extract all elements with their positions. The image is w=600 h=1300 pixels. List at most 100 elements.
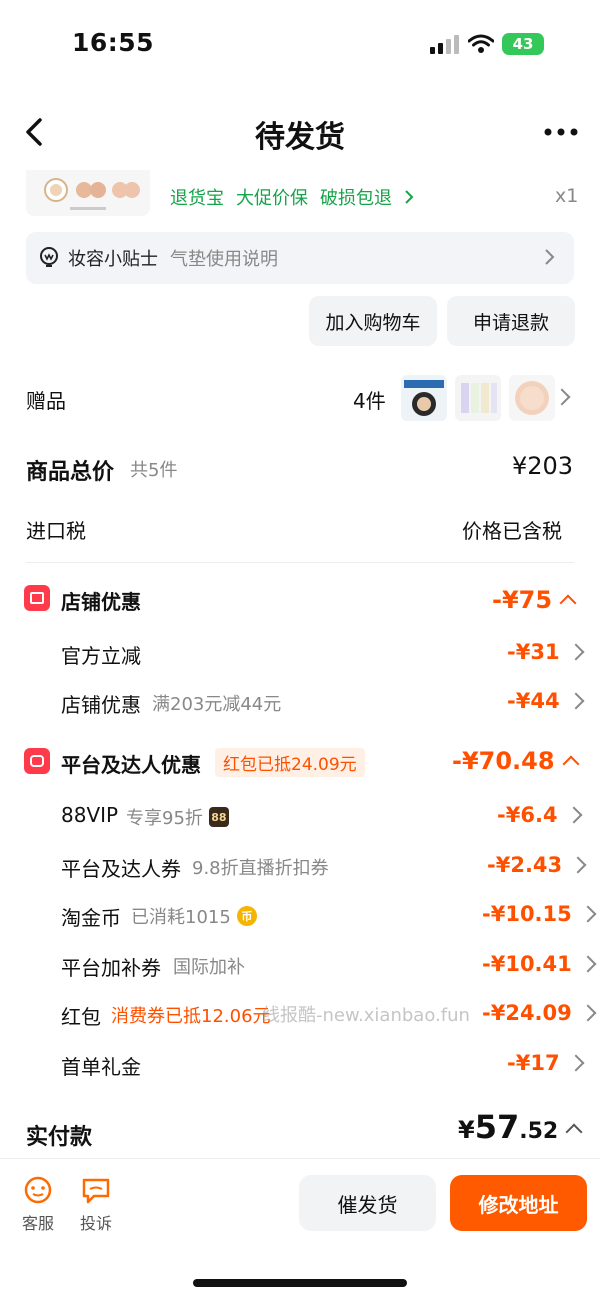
discount-sub: 已消耗1015 bbox=[131, 907, 231, 928]
discount-label: 淘金币 bbox=[61, 906, 121, 930]
paid-integer: 57 bbox=[474, 1108, 520, 1146]
discount-label: 首单礼金 bbox=[61, 1055, 141, 1079]
product-image bbox=[26, 170, 150, 216]
chevron-right-icon bbox=[569, 856, 587, 874]
discount-sub-wrap: 已消耗1015 币 bbox=[131, 903, 257, 929]
customer-service-label[interactable]: 客服 bbox=[13, 1210, 63, 1234]
store-discount-total: -¥75 bbox=[492, 586, 553, 614]
discount-label: 官方立减 bbox=[61, 644, 141, 668]
import-tax-label: 进口税 bbox=[26, 519, 86, 543]
discount-value: -¥10.41 bbox=[482, 952, 572, 976]
more-icon[interactable] bbox=[542, 114, 580, 150]
wifi-icon bbox=[468, 34, 494, 53]
coin-icon: 币 bbox=[236, 906, 257, 926]
service-tag-damage-return: 破损包退 bbox=[320, 188, 392, 209]
discount-value: -¥17 bbox=[507, 1051, 560, 1075]
chevron-up-icon bbox=[562, 755, 580, 773]
bottom-divider bbox=[0, 1158, 600, 1159]
discount-value-row[interactable]: -¥2.43 bbox=[487, 853, 587, 877]
discount-value: -¥10.15 bbox=[482, 902, 572, 926]
divider bbox=[26, 562, 574, 563]
discount-value-row[interactable]: -¥6.4 bbox=[497, 803, 583, 827]
urge-shipping-button[interactable]: 催发货 bbox=[299, 1175, 436, 1231]
discount-value-row[interactable]: -¥17 bbox=[507, 1051, 585, 1075]
discount-sub: 专享95折 bbox=[126, 808, 203, 829]
chevron-right-icon[interactable] bbox=[553, 388, 571, 406]
discount-value: -¥44 bbox=[507, 689, 560, 713]
signal-icon bbox=[430, 35, 459, 54]
discount-sub: 满203元减44元 bbox=[152, 694, 282, 715]
discount-label: 88VIP bbox=[61, 803, 119, 827]
discount-value-row[interactable]: -¥10.41 bbox=[482, 952, 597, 976]
gift-image-puff bbox=[509, 375, 555, 421]
discount-sub: 9.8折直播折扣券 bbox=[192, 858, 329, 879]
product-quantity: x1 bbox=[555, 185, 579, 207]
chevron-right-icon bbox=[579, 905, 597, 923]
store-discount-title: 店铺优惠 bbox=[61, 590, 141, 614]
paid-amount-row[interactable]: ¥ 57 .52 bbox=[458, 1108, 583, 1146]
discount-label: 红包 bbox=[61, 1005, 101, 1029]
redpacket-used-tag: 红包已抵24.09元 bbox=[215, 748, 365, 777]
discount-label: 平台加补券 bbox=[61, 956, 161, 980]
complaint-icon[interactable] bbox=[80, 1176, 112, 1204]
vip-88-icon: 88 bbox=[208, 807, 229, 827]
chevron-up-icon bbox=[559, 594, 577, 612]
service-tag-return: 退货宝 bbox=[170, 188, 224, 209]
discount-value-row[interactable]: -¥44 bbox=[507, 689, 585, 713]
chevron-right-icon bbox=[567, 643, 585, 661]
discount-sub-wrap: 专享95折 88 bbox=[126, 804, 229, 830]
goods-total-price: ¥203 bbox=[512, 452, 574, 480]
add-to-cart-button[interactable]: 加入购物车 bbox=[309, 296, 437, 346]
status-icons: 43 bbox=[430, 30, 544, 58]
chevron-right-icon bbox=[565, 806, 583, 824]
tip-title: 妆容小贴士 bbox=[68, 249, 158, 270]
makeup-tip-banner[interactable]: 妆容小贴士 气垫使用说明 bbox=[26, 232, 574, 284]
gift-thumbnails[interactable] bbox=[401, 375, 555, 421]
chevron-right-icon bbox=[567, 1054, 585, 1072]
request-refund-button[interactable]: 申请退款 bbox=[447, 296, 575, 346]
home-indicator[interactable] bbox=[193, 1279, 407, 1287]
chevron-up-icon bbox=[565, 1123, 583, 1141]
product-thumbnail[interactable] bbox=[26, 170, 150, 216]
import-tax-value: 价格已含税 bbox=[462, 519, 562, 543]
gifts-label: 赠品 bbox=[26, 389, 66, 413]
lightbulb-icon bbox=[40, 247, 58, 267]
discount-value-row[interactable]: -¥31 bbox=[507, 640, 585, 664]
battery-icon: 43 bbox=[502, 33, 544, 55]
battery-level: 43 bbox=[512, 35, 534, 53]
chevron-right-icon bbox=[579, 955, 597, 973]
change-address-button[interactable]: 修改地址 bbox=[450, 1175, 587, 1231]
paid-label: 实付款 bbox=[26, 1125, 93, 1150]
platform-discount-total-row[interactable]: -¥70.48 bbox=[452, 747, 580, 775]
chevron-right-icon bbox=[567, 692, 585, 710]
store-icon bbox=[24, 585, 50, 611]
discount-label: 店铺优惠 bbox=[61, 693, 141, 717]
discount-sub: 消费券已抵12.06元 bbox=[111, 1006, 271, 1027]
discount-value-row[interactable]: -¥10.15 bbox=[482, 902, 597, 926]
discount-sub: 国际加补 bbox=[173, 957, 245, 978]
page-title: 待发货 bbox=[255, 120, 345, 155]
chevron-right-icon bbox=[405, 190, 414, 204]
goods-total-label: 商品总价 bbox=[26, 460, 115, 485]
store-discount-total-row[interactable]: -¥75 bbox=[492, 586, 577, 614]
goods-count: 共5件 bbox=[130, 460, 178, 481]
discount-value: -¥6.4 bbox=[497, 803, 558, 827]
chevron-right-icon bbox=[545, 249, 555, 265]
discount-label: 平台及达人券 bbox=[61, 857, 181, 881]
gift-image-cushion bbox=[401, 375, 447, 421]
discount-value-row[interactable]: -¥24.09 bbox=[482, 1001, 597, 1025]
tip-subtitle: 气垫使用说明 bbox=[170, 249, 278, 270]
service-tag-price-protect: 大促价保 bbox=[236, 188, 308, 209]
service-tags[interactable]: 退货宝 大促价保 破损包退 bbox=[170, 184, 414, 210]
discount-value: -¥31 bbox=[507, 640, 560, 664]
customer-service-icon[interactable] bbox=[22, 1176, 54, 1204]
complaint-label[interactable]: 投诉 bbox=[71, 1210, 121, 1234]
gifts-count: 4件 bbox=[353, 389, 386, 413]
platform-icon bbox=[24, 748, 50, 774]
discount-value: -¥24.09 bbox=[482, 1001, 572, 1025]
platform-discount-total: -¥70.48 bbox=[452, 747, 555, 775]
gift-image-samples bbox=[455, 375, 501, 421]
paid-decimal: .52 bbox=[519, 1119, 559, 1144]
watermark: 线报酷-new.xianbao.fun bbox=[262, 1005, 470, 1026]
platform-discount-title: 平台及达人优惠 bbox=[61, 753, 201, 777]
